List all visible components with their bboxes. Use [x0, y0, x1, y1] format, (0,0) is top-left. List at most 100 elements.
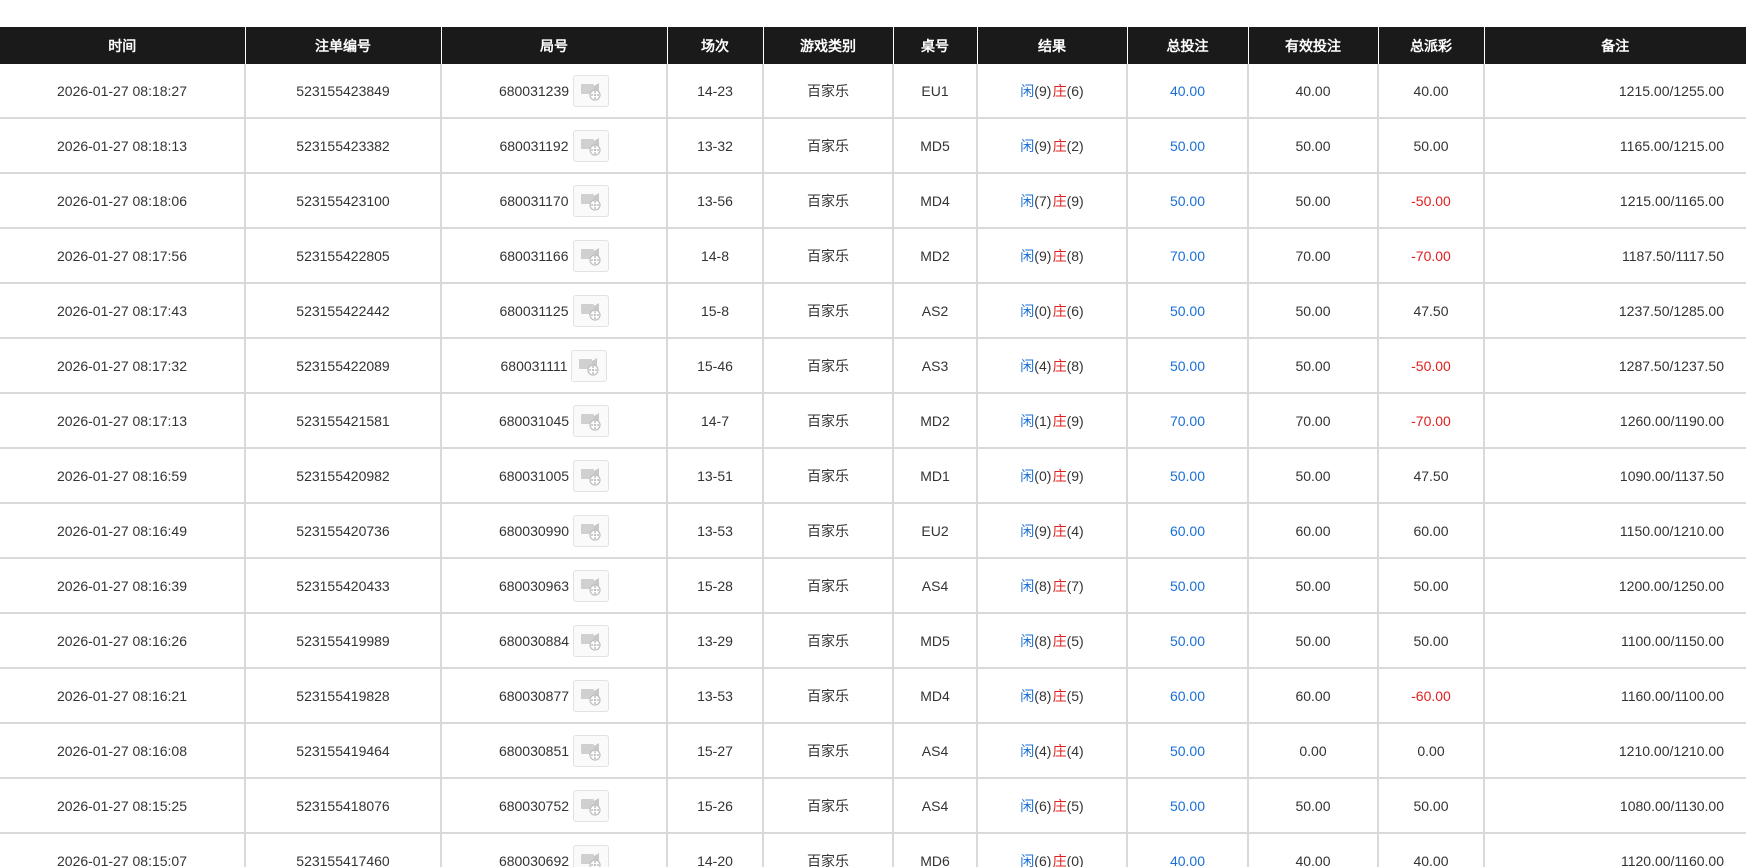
- cell-valid-bet: 70.00: [1248, 393, 1379, 449]
- replay-video-button[interactable]: [572, 129, 609, 162]
- cell-time: 2026-01-27 08:16:39: [0, 558, 246, 614]
- cell-table-number: MD4: [893, 173, 978, 229]
- cell-table-number: MD1: [893, 448, 978, 504]
- round-wrap: 680030752: [499, 789, 610, 822]
- result-player-score: (7): [1034, 192, 1052, 209]
- replay-video-button[interactable]: [573, 624, 610, 657]
- cell-order-number: 523155423382: [245, 118, 442, 174]
- replay-video-button[interactable]: [573, 789, 610, 822]
- table-row: 2026-01-27 08:16:26 523155419989 6800308…: [0, 613, 1746, 669]
- round-wrap: 680030884: [499, 624, 610, 657]
- replay-video-button[interactable]: [573, 569, 610, 602]
- cell-note: 1215.00/1255.00: [1484, 64, 1746, 119]
- result-player-score: (9): [1034, 82, 1052, 99]
- replay-video-button[interactable]: [573, 459, 610, 492]
- cell-note: 1210.00/1210.00: [1484, 723, 1746, 779]
- round-number: 680031005: [498, 467, 570, 484]
- cell-note: 1120.00/1160.00: [1484, 833, 1746, 867]
- video-replay-icon: [580, 247, 601, 266]
- cell-round: 680031005: [441, 448, 668, 504]
- result-player-label: 闲: [1020, 247, 1035, 264]
- cell-total-payout: 40.00: [1378, 64, 1485, 119]
- header-total-bet: 总投注: [1127, 27, 1249, 64]
- cell-session: 13-29: [667, 613, 764, 669]
- cell-session: 13-32: [667, 118, 764, 174]
- result-player-label: 闲: [1020, 632, 1035, 649]
- replay-video-button[interactable]: [571, 349, 608, 382]
- result-banker-label: 庄: [1052, 302, 1067, 319]
- cell-game-type: 百家乐: [763, 64, 894, 119]
- cell-game-type: 百家乐: [763, 173, 894, 229]
- cell-total-payout: 50.00: [1378, 118, 1485, 174]
- round-wrap: 680031192: [499, 129, 609, 162]
- cell-note: 1100.00/1150.00: [1484, 613, 1746, 669]
- cell-round: 680031166: [441, 228, 668, 284]
- cell-valid-bet: 0.00: [1248, 723, 1379, 779]
- cell-session: 14-23: [667, 64, 764, 119]
- cell-result: 闲(0) 庄(9): [977, 448, 1128, 504]
- cell-order-number: 523155420982: [245, 448, 442, 504]
- cell-valid-bet: 50.00: [1248, 173, 1379, 229]
- result-player-label: 闲: [1020, 797, 1035, 814]
- cell-total-payout: -60.00: [1378, 668, 1485, 724]
- replay-video-button[interactable]: [572, 239, 609, 272]
- result-player-label: 闲: [1020, 467, 1035, 484]
- round-wrap: 680030963: [499, 569, 610, 602]
- cell-total-payout: 50.00: [1378, 613, 1485, 669]
- cell-valid-bet: 50.00: [1248, 283, 1379, 339]
- replay-video-button[interactable]: [573, 844, 610, 867]
- cell-session: 15-46: [667, 338, 764, 394]
- cell-table-number: MD2: [893, 393, 978, 449]
- result-player-label: 闲: [1020, 412, 1035, 429]
- cell-session: 14-7: [667, 393, 764, 449]
- cell-note: 1150.00/1210.00: [1484, 503, 1746, 559]
- header-order-number: 注单编号: [245, 27, 442, 64]
- cell-game-type: 百家乐: [763, 833, 894, 867]
- cell-note: 1165.00/1215.00: [1484, 118, 1746, 174]
- cell-table-number: AS4: [893, 778, 978, 834]
- result-banker-label: 庄: [1052, 412, 1067, 429]
- cell-round: 680031125: [441, 283, 668, 339]
- replay-video-button[interactable]: [573, 74, 610, 107]
- cell-result: 闲(8) 庄(5): [977, 668, 1128, 724]
- cell-valid-bet: 50.00: [1248, 338, 1379, 394]
- result-banker-score: (9): [1066, 412, 1084, 429]
- cell-round: 680030877: [441, 668, 668, 724]
- cell-note: 1237.50/1285.00: [1484, 283, 1746, 339]
- round-wrap: 680031170: [499, 184, 609, 217]
- table-row: 2026-01-27 08:16:39 523155420433 6800309…: [0, 558, 1746, 614]
- cell-total-payout: 0.00: [1378, 723, 1485, 779]
- result-banker-score: (5): [1066, 687, 1084, 704]
- cell-session: 15-26: [667, 778, 764, 834]
- video-replay-icon: [581, 797, 601, 816]
- round-number: 680031125: [499, 302, 569, 319]
- result-banker-label: 庄: [1052, 467, 1067, 484]
- table-row: 2026-01-27 08:16:08 523155419464 6800308…: [0, 723, 1746, 779]
- replay-video-button[interactable]: [573, 514, 610, 547]
- cell-table-number: AS2: [893, 283, 978, 339]
- replay-video-button[interactable]: [572, 184, 609, 217]
- result-player-score: (8): [1034, 687, 1052, 704]
- cell-table-number: MD5: [893, 613, 978, 669]
- video-replay-icon: [581, 522, 601, 541]
- video-replay-icon: [580, 137, 601, 156]
- cell-round: 680030692: [441, 833, 668, 867]
- cell-result: 闲(1) 庄(9): [977, 393, 1128, 449]
- cell-order-number: 523155419989: [245, 613, 442, 669]
- replay-video-button[interactable]: [573, 404, 610, 437]
- replay-video-button[interactable]: [572, 294, 609, 327]
- cell-total-bet: 50.00: [1127, 613, 1249, 669]
- round-wrap: 680030692: [499, 844, 610, 867]
- cell-note: 1080.00/1130.00: [1484, 778, 1746, 834]
- cell-game-type: 百家乐: [763, 723, 894, 779]
- result-player-label: 闲: [1020, 357, 1035, 374]
- result-banker-score: (5): [1066, 797, 1084, 814]
- cell-time: 2026-01-27 08:17:43: [0, 283, 246, 339]
- video-replay-icon: [580, 302, 601, 321]
- result-banker-label: 庄: [1052, 742, 1067, 759]
- video-replay-icon: [581, 467, 601, 486]
- replay-video-button[interactable]: [573, 679, 610, 712]
- table-row: 2026-01-27 08:15:25 523155418076 6800307…: [0, 778, 1746, 834]
- result-player-score: (8): [1034, 577, 1052, 594]
- replay-video-button[interactable]: [573, 734, 610, 767]
